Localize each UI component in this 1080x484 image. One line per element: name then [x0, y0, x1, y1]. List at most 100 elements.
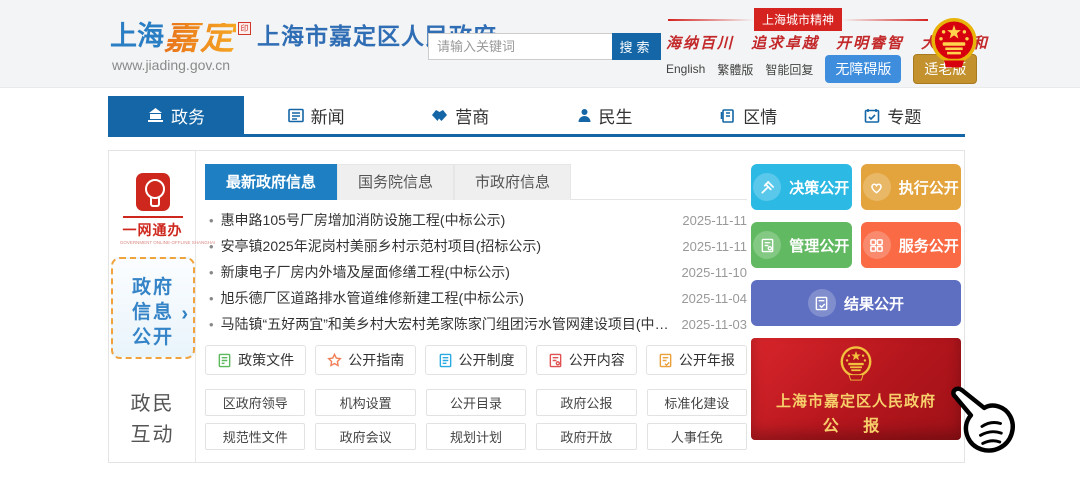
sidebar-item-public-interaction[interactable]: 政民 互动 — [109, 389, 196, 451]
sidebar-item-government-info-disclosure[interactable]: 政府 信息 公开 › — [111, 257, 195, 359]
primary-nav: 政务 新闻 营商 民生 区情 — [108, 96, 965, 137]
tab-city-government-info[interactable]: 市政府信息 — [454, 164, 571, 200]
org-structure-button[interactable]: 机构设置 — [315, 389, 415, 416]
disclosure-catalog-button[interactable]: 公开目录 — [426, 389, 526, 416]
heart-icon — [863, 173, 891, 201]
right-panel: 决策公开 执行公开 管理公开 — [751, 164, 961, 440]
standardization-button[interactable]: 标准化建设 — [647, 389, 747, 416]
link-english[interactable]: English — [666, 62, 705, 76]
accessibility-version-button[interactable]: 无障碍版 — [825, 55, 901, 83]
nav-item-topics[interactable]: 专题 — [821, 96, 965, 134]
tile-label: 执行公开 — [899, 177, 959, 198]
handshake-icon — [431, 108, 448, 123]
newspaper-icon — [288, 108, 304, 123]
page: 上海 嘉定 印 上海市嘉定区人民政府 www.jiading.gov.cn 搜索… — [0, 0, 1080, 484]
feature-buttons: 政策文件 公开指南 公开制度 — [205, 345, 747, 375]
motto-phrase: 海纳百川 — [666, 32, 734, 53]
disclosure-tiles: 决策公开 执行公开 管理公开 — [751, 164, 961, 326]
info-tabs: 最新政府信息 国务院信息 市政府信息 — [205, 164, 747, 200]
main-panel: 一网通办 GOVERNMENT ONLINE-OFFLINE SHANGHAI … — [108, 150, 965, 463]
tab-state-council-info[interactable]: 国务院信息 — [337, 164, 454, 200]
bullet-icon: • — [209, 291, 214, 306]
nav-item-livelihood[interactable]: 民生 — [532, 96, 676, 134]
personnel-appointments-button[interactable]: 人事任免 — [647, 423, 747, 450]
district-leaders-button[interactable]: 区政府领导 — [205, 389, 305, 416]
execution-disclosure-tile[interactable]: 执行公开 — [861, 164, 962, 210]
news-item[interactable]: • 惠申路105号厂房增加消防设施工程(中标公示) 2025-11-11 — [205, 207, 747, 233]
left-sidebar: 一网通办 GOVERNMENT ONLINE-OFFLINE SHANGHAI … — [109, 151, 196, 462]
service-disclosure-tile[interactable]: 服务公开 — [861, 222, 962, 268]
news-date: 2025-11-11 — [682, 239, 747, 254]
government-meetings-button[interactable]: 政府会议 — [315, 423, 415, 450]
gazette-subtitle: 公 报 — [751, 412, 961, 436]
content-column: 最新政府信息 国务院信息 市政府信息 • 惠申路105号厂房增加消防设施工程(中… — [197, 151, 755, 462]
search-input[interactable] — [428, 33, 612, 60]
news-title: 旭乐德厂区道路排水管道维修新建工程(中标公示) — [221, 288, 672, 308]
government-building-icon — [147, 108, 164, 123]
gazette-banner[interactable]: 上海市嘉定区人民政府 公 报 — [751, 338, 961, 440]
open-government-button[interactable]: 政府开放 — [536, 423, 636, 450]
interact-line: 政民 — [109, 389, 196, 420]
site-header: 上海 嘉定 印 上海市嘉定区人民政府 www.jiading.gov.cn 搜索… — [0, 0, 1080, 88]
nav-item-government[interactable]: 政务 — [108, 96, 244, 134]
logo-calligraphy-jiading: 嘉定 — [164, 23, 236, 53]
info-open-line: 公开 — [113, 325, 193, 350]
national-emblem-icon — [928, 16, 980, 77]
ywtb-icon — [136, 173, 170, 211]
document-check-icon — [808, 289, 836, 317]
news-item[interactable]: • 马陆镇“五好两宜”和美乡村大宏村羌家陈家门组团污水管网建设项目(中标公示) … — [205, 311, 747, 337]
link-traditional-chinese[interactable]: 繁體版 — [717, 61, 753, 78]
search-button[interactable]: 搜索 — [612, 33, 661, 60]
news-item[interactable]: • 新康电子厂房内外墙及屋面修缮工程(中标公示) 2025-11-10 — [205, 259, 747, 285]
planning-button[interactable]: 规划计划 — [426, 423, 526, 450]
nav-label: 专题 — [887, 103, 921, 128]
tile-label: 服务公开 — [899, 235, 959, 256]
annual-report-button[interactable]: 公开年报 — [646, 345, 747, 375]
motto-phrase: 追求卓越 — [751, 32, 819, 53]
policy-documents-button[interactable]: 政策文件 — [205, 345, 306, 375]
news-item[interactable]: • 旭乐德厂区道路排水管道维修新建工程(中标公示) 2025-11-04 — [205, 285, 747, 311]
interact-line: 互动 — [109, 420, 196, 451]
news-title: 惠申路105号厂房增加消防设施工程(中标公示) — [221, 210, 673, 230]
disclosure-guide-button[interactable]: 公开指南 — [315, 345, 416, 375]
nav-item-business[interactable]: 营商 — [388, 96, 532, 134]
nav-label: 营商 — [455, 103, 489, 128]
motto-phrase: 开明睿智 — [836, 32, 904, 53]
disclosure-content-button[interactable]: 公开内容 — [536, 345, 637, 375]
nav-item-news[interactable]: 新闻 — [244, 96, 388, 134]
results-disclosure-tile[interactable]: 结果公开 — [751, 280, 961, 326]
bullet-icon: • — [209, 213, 214, 228]
document-gear-icon — [753, 231, 781, 259]
nav-label: 区情 — [743, 103, 777, 128]
quick-link-row: 规范性文件 政府会议 规划计划 政府开放 人事任免 — [205, 423, 747, 450]
news-date: 2025-11-04 — [681, 291, 747, 306]
tile-label: 决策公开 — [789, 177, 849, 198]
ywtb-logo[interactable]: 一网通办 GOVERNMENT ONLINE-OFFLINE SHANGHAI — [109, 173, 196, 246]
nav-item-district[interactable]: 区情 — [677, 96, 821, 134]
feature-label: 公开制度 — [459, 350, 515, 370]
info-open-line: 政府 — [113, 275, 193, 300]
disclosure-system-button[interactable]: 公开制度 — [425, 345, 526, 375]
gavel-icon — [753, 173, 781, 201]
news-title: 马陆镇“五好两宜”和美乡村大宏村羌家陈家门组团污水管网建设项目(中标公示) — [221, 314, 672, 334]
logo-seal-icon: 印 — [238, 22, 251, 35]
management-disclosure-tile[interactable]: 管理公开 — [751, 222, 852, 268]
link-smart-reply[interactable]: 智能回复 — [765, 61, 813, 78]
document-check-icon — [658, 353, 673, 368]
city-spirit-badge: 上海城市精神 — [754, 8, 842, 31]
gazette-title: 上海市嘉定区人民政府 — [751, 390, 961, 411]
feature-label: 公开年报 — [679, 350, 735, 370]
document-list-icon — [438, 353, 453, 368]
news-title: 新康电子厂房内外墙及屋面修缮工程(中标公示) — [221, 262, 672, 282]
news-item[interactable]: • 安亭镇2025年泥岗村美丽乡村示范村项目(招标公示) 2025-11-11 — [205, 233, 747, 259]
normative-documents-button[interactable]: 规范性文件 — [205, 423, 305, 450]
tab-latest-government-info[interactable]: 最新政府信息 — [205, 164, 337, 200]
city-spirit-banner: 上海城市精神 — [668, 8, 928, 31]
feature-label: 公开内容 — [569, 350, 625, 370]
decorative-line — [668, 19, 754, 21]
decorative-line — [842, 19, 928, 21]
logo-text-shanghai: 上海 — [110, 14, 164, 53]
news-list: • 惠申路105号厂房增加消防设施工程(中标公示) 2025-11-11 • 安… — [205, 207, 747, 337]
government-gazette-button[interactable]: 政府公报 — [536, 389, 636, 416]
decision-disclosure-tile[interactable]: 决策公开 — [751, 164, 852, 210]
